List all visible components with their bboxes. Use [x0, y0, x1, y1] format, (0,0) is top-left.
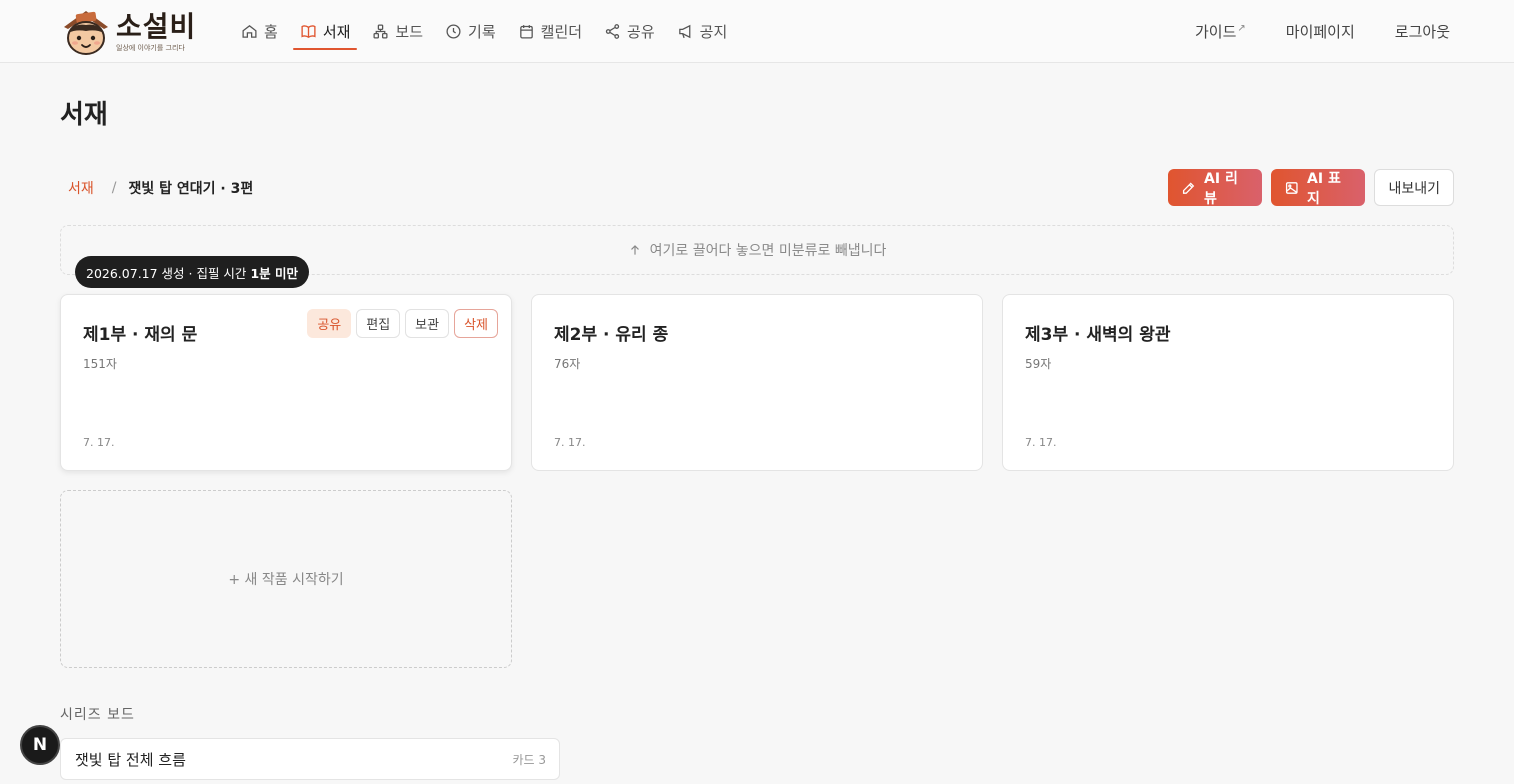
nav-item-calendar[interactable]: 캘린더	[507, 0, 593, 62]
book-icon	[301, 24, 316, 38]
tooltip-emphasis: 1분 미만	[250, 265, 298, 281]
brand-logo[interactable]: 소설비 일상에 이야기를 그리다	[60, 6, 200, 58]
external-link-icon: ↗	[1237, 22, 1246, 34]
nav-item-board[interactable]: 보드	[361, 0, 434, 62]
nav-label-notice: 공지	[699, 22, 728, 41]
card-title: 제2부 · 유리 종	[554, 325, 669, 345]
mypage-link[interactable]: 마이페이지	[1286, 21, 1355, 42]
nav-label-records: 기록	[468, 22, 496, 41]
ai-cover-button[interactable]: AI 표지	[1271, 169, 1366, 207]
brand-name: 소설비	[116, 9, 197, 43]
dev-tools-button[interactable]: N	[20, 725, 60, 765]
breadcrumb-separator: /	[111, 180, 117, 196]
ai-cover-label: AI 표지	[1307, 170, 1341, 207]
nav-label-calendar: 캘린더	[540, 22, 583, 41]
nav-item-notice[interactable]: 공지	[666, 0, 739, 62]
home-icon	[242, 24, 257, 38]
new-work-button[interactable]: + 새 작품 시작하기	[60, 490, 512, 668]
tooltip-text: 2026.07.17 생성 · 집필 시간	[86, 265, 247, 281]
work-card[interactable]: 제3부 · 새벽의 왕관 59자 7. 17.	[1002, 294, 1454, 471]
megaphone-icon	[678, 24, 691, 38]
pencil-icon	[1183, 182, 1195, 194]
card-tools: 공유 편집 보관 삭제	[307, 309, 498, 338]
nav-label-share: 공유	[627, 22, 655, 41]
user-nav: 가이드↗ 마이페이지 로그아웃	[1195, 0, 1450, 62]
nav-item-home[interactable]: 홈	[230, 0, 289, 62]
clock-icon	[446, 23, 461, 39]
card-date: 7. 17.	[554, 436, 586, 449]
breadcrumb-root-link[interactable]: 서재	[68, 178, 94, 198]
page-title: 서재	[60, 100, 108, 130]
card-info-tooltip: 2026.07.17 생성 · 집필 시간 1분 미만	[75, 256, 309, 288]
nav-item-library[interactable]: 서재	[289, 0, 362, 62]
nav-item-records[interactable]: 기록	[434, 0, 507, 62]
work-card[interactable]: 제1부 · 재의 문 151자 7. 17. 공유 편집 보관 삭제	[60, 294, 512, 471]
ai-review-button[interactable]: AI 리뷰	[1168, 169, 1263, 207]
card-delete-button[interactable]: 삭제	[454, 309, 498, 338]
main-nav: 홈 서재 보드 기록 캘린더 공유 공지	[230, 0, 738, 62]
share-icon	[605, 23, 620, 39]
series-board-heading: 시리즈 보드	[60, 707, 135, 723]
series-board-row[interactable]: 잿빛 탑 전체 흐름 카드 3	[60, 738, 560, 780]
board-row-title: 잿빛 탑 전체 흐름	[75, 750, 186, 769]
board-icon	[373, 23, 388, 39]
card-char-count: 151자	[83, 357, 117, 371]
action-toolbar: AI 리뷰 AI 표지 내보내기	[1168, 169, 1454, 207]
brand-tagline: 일상에 이야기를 그리다	[116, 43, 185, 52]
image-icon	[1286, 181, 1299, 194]
calendar-icon	[519, 24, 533, 39]
board-row-count: 카드 3	[512, 752, 546, 767]
nav-label-home: 홈	[264, 22, 278, 41]
breadcrumb: 서재 / 잿빛 탑 연대기 · 3편	[68, 178, 253, 198]
ai-review-label: AI 리뷰	[1204, 170, 1238, 207]
export-button[interactable]: 내보내기	[1374, 169, 1454, 206]
card-share-button[interactable]: 공유	[307, 309, 352, 338]
dropzone-text: 여기로 끌어다 놓으면 미분류로 빼냅니다	[649, 243, 887, 259]
card-title: 제3부 · 새벽의 왕관	[1025, 325, 1171, 345]
guide-link[interactable]: 가이드↗	[1195, 21, 1246, 42]
card-date: 7. 17.	[1025, 436, 1057, 449]
arrow-up-icon	[630, 245, 639, 255]
top-navbar: 소설비 일상에 이야기를 그리다 홈 서재 보드 기록 캘린더 공유 공지 가이…	[0, 0, 1514, 63]
card-date: 7. 17.	[83, 436, 115, 449]
card-char-count: 59자	[1025, 357, 1052, 371]
card-char-count: 76자	[554, 357, 581, 371]
breadcrumb-current: 잿빛 탑 연대기 · 3편	[128, 181, 254, 197]
mascot-icon	[60, 7, 112, 57]
card-archive-button[interactable]: 보관	[405, 309, 450, 338]
nav-item-share[interactable]: 공유	[593, 0, 666, 62]
work-card[interactable]: 제2부 · 유리 종 76자 7. 17.	[531, 294, 983, 471]
card-edit-button[interactable]: 편집	[356, 309, 401, 338]
nav-label-board: 보드	[395, 22, 424, 41]
logout-link[interactable]: 로그아웃	[1395, 21, 1450, 42]
nav-label-library: 서재	[322, 22, 351, 41]
